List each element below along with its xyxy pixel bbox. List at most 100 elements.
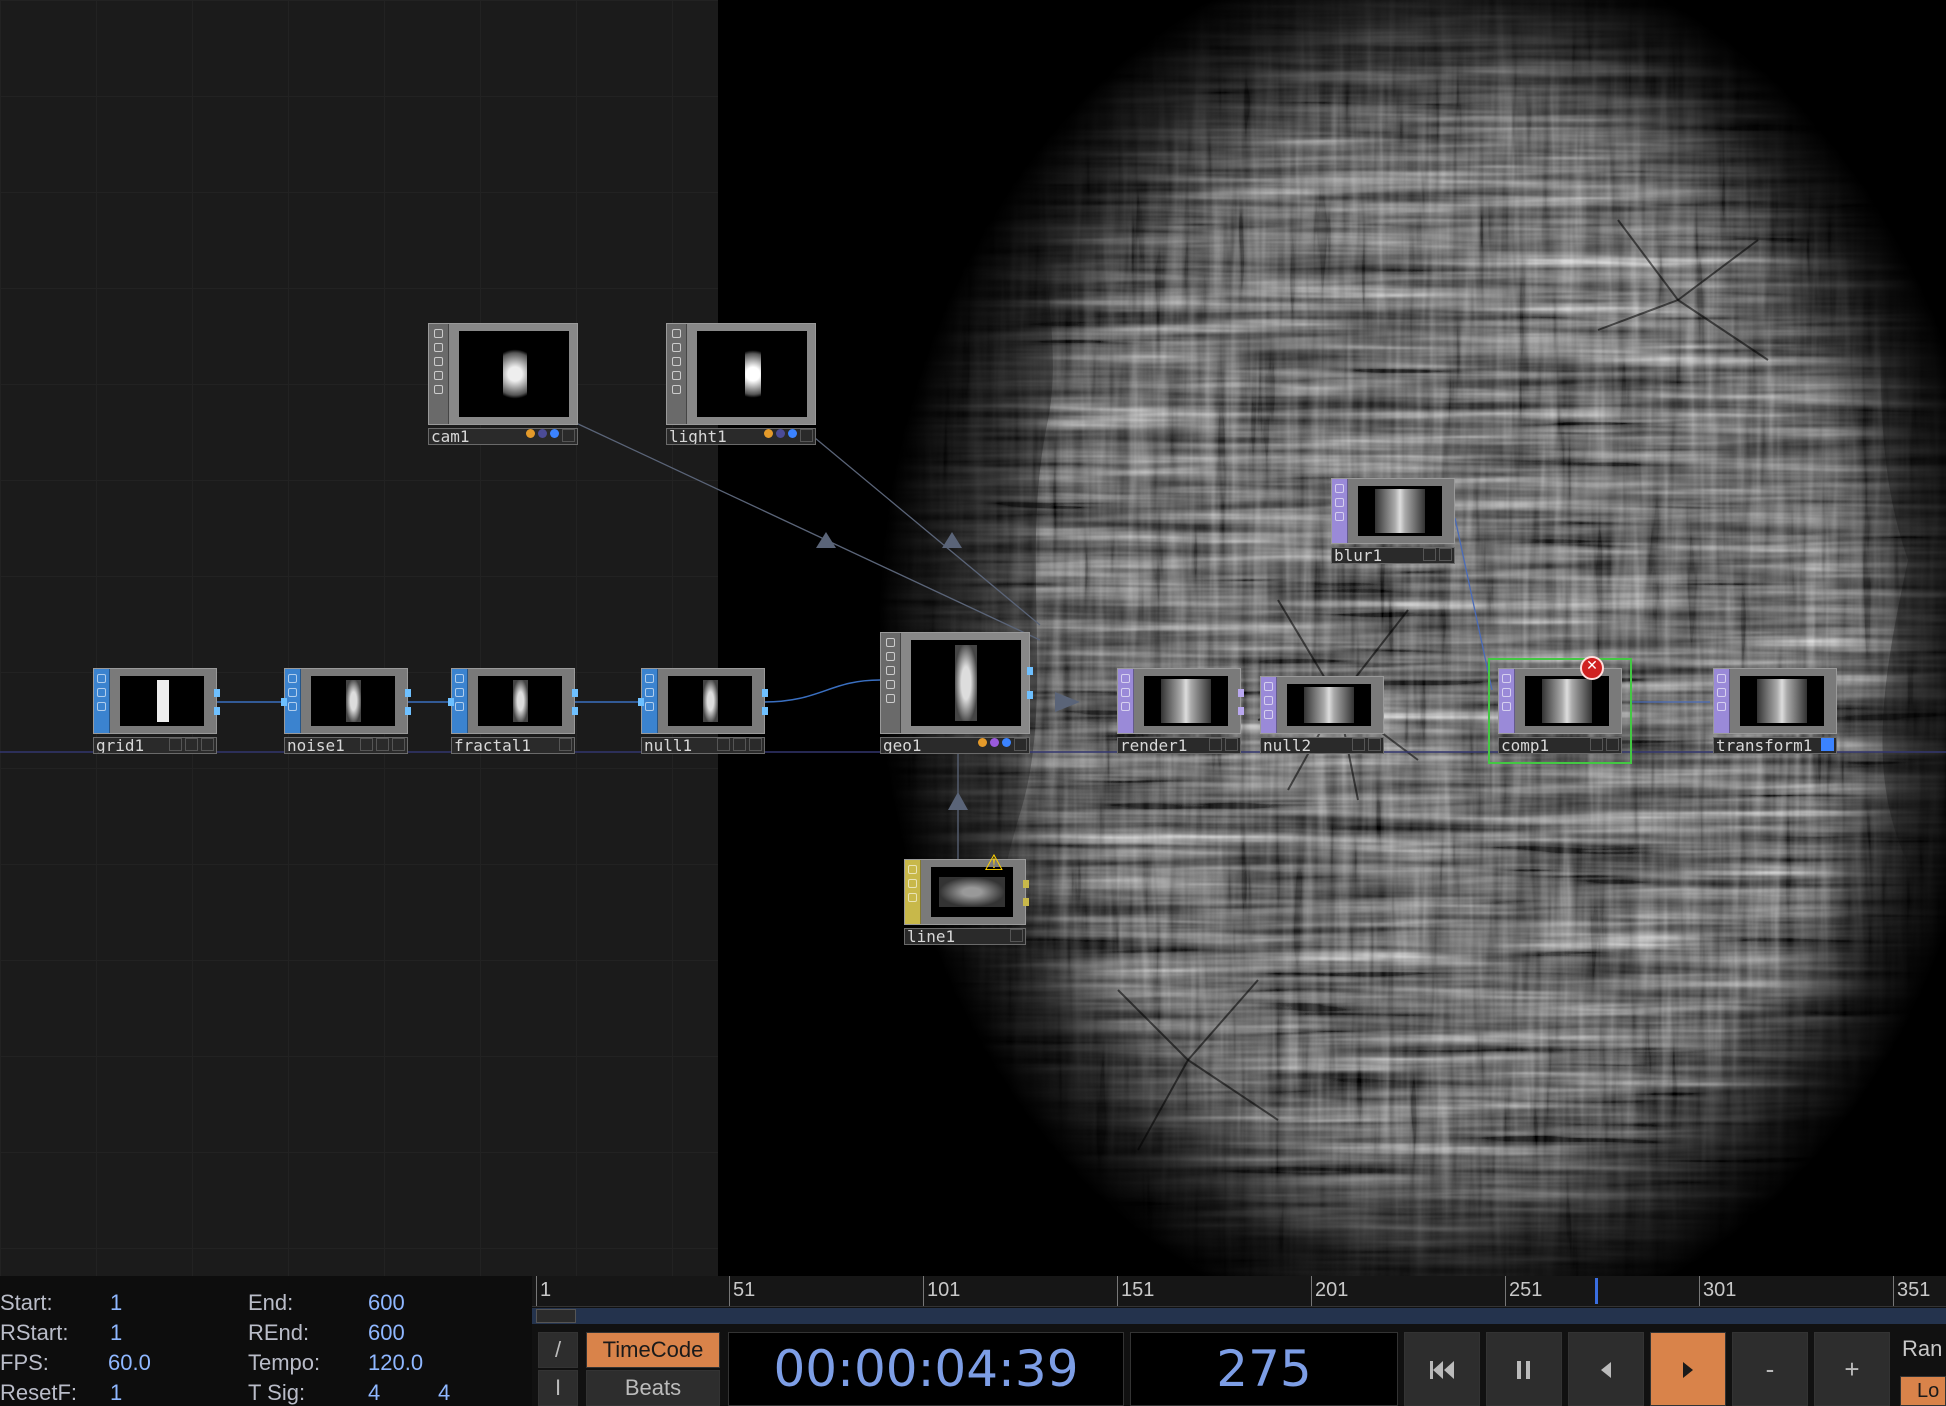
node-render1[interactable]: render1 (1117, 668, 1244, 754)
fps-value[interactable]: 60.0 (108, 1350, 151, 1376)
node-label: null1 (644, 737, 693, 754)
node-label: noise1 (287, 737, 345, 754)
node-flags[interactable] (526, 429, 575, 442)
node-label: line1 (907, 928, 956, 945)
node-null1[interactable]: null1 (638, 668, 768, 754)
scrollbar-thumb[interactable] (536, 1309, 576, 1323)
node-label: transform1 (1716, 737, 1813, 754)
node-cam1[interactable]: cam1 (428, 323, 578, 445)
loop-button[interactable]: Lo (1900, 1376, 1946, 1406)
ruler-tick: 301 (1703, 1279, 1737, 1301)
rewind-button[interactable] (1404, 1332, 1480, 1406)
node-preview (1287, 684, 1371, 726)
end-label: End: (248, 1290, 294, 1315)
slower-button[interactable]: - (1732, 1332, 1808, 1406)
tempo-value[interactable]: 120.0 (368, 1350, 423, 1376)
node-label: null2 (1263, 737, 1312, 754)
ruler-tick: 351 (1897, 1279, 1931, 1301)
step-back-button[interactable] (1568, 1332, 1644, 1406)
node-tool-strip[interactable] (1261, 677, 1277, 733)
node-preview (697, 331, 807, 417)
node-preview (1525, 676, 1609, 726)
rstart-value[interactable]: 1 (110, 1320, 122, 1346)
node-tool-strip[interactable] (881, 633, 901, 733)
node-tool-strip[interactable] (429, 324, 449, 424)
node-blur1[interactable]: blur1 (1331, 478, 1455, 564)
node-tool-strip[interactable] (667, 324, 687, 424)
node-label: render1 (1120, 737, 1188, 754)
timeline-panel: Start: 1 RStart: 1 FPS: 60.0 ResetF: 1 E… (0, 1276, 1946, 1406)
node-tool-strip[interactable] (1118, 669, 1134, 733)
timecode-display[interactable]: 00:00:04:39 (728, 1332, 1124, 1406)
node-preview (1144, 676, 1228, 726)
end-value[interactable]: 600 (368, 1290, 405, 1316)
node-flags[interactable] (764, 429, 813, 442)
cursor-button[interactable]: I (538, 1370, 578, 1406)
node-fractal1[interactable]: fractal1 (448, 668, 578, 754)
node-light1[interactable]: light1 (666, 323, 816, 445)
node-comp1[interactable]: ✕ comp1 (1488, 656, 1632, 764)
rend-label: REnd: (248, 1320, 310, 1345)
ruler-tick: 201 (1315, 1279, 1349, 1301)
node-null2[interactable]: null2 (1260, 676, 1384, 754)
rstart-label: RStart: (0, 1320, 69, 1345)
node-label: light1 (669, 428, 727, 445)
play-icon (1683, 1362, 1693, 1378)
node-noise1[interactable]: noise1 (281, 668, 411, 754)
node-tool-strip[interactable] (1332, 479, 1348, 543)
node-grid1[interactable]: grid1 (93, 668, 220, 754)
node-tool-strip[interactable] (452, 669, 468, 733)
ruler-tick: 1 (540, 1279, 552, 1301)
node-flags[interactable] (978, 738, 1027, 751)
node-line1[interactable]: ⚠ line1 (904, 851, 1029, 945)
node-preview (120, 676, 204, 726)
timeline-scrollbar[interactable] (532, 1308, 1946, 1324)
playhead[interactable] (1595, 1278, 1598, 1304)
node-tool-strip[interactable] (94, 669, 110, 733)
ruler-tick: 251 (1509, 1279, 1543, 1301)
node-tool-strip[interactable] (905, 860, 921, 924)
beats-toggle[interactable]: Beats (586, 1370, 720, 1406)
frame-ruler[interactable]: 1 51 101 151 201 251 301 351 (532, 1276, 1946, 1307)
frame-display[interactable]: 275 (1130, 1332, 1398, 1406)
node-tool-strip[interactable] (1714, 669, 1730, 733)
faster-button[interactable]: + (1814, 1332, 1890, 1406)
node-tool-strip[interactable] (1499, 669, 1515, 733)
node-preview (911, 640, 1021, 726)
range-label: Ran (1902, 1336, 1943, 1361)
ruler-tick: 151 (1121, 1279, 1155, 1301)
tsig-label: T Sig: (248, 1380, 306, 1405)
pause-button[interactable] (1486, 1332, 1562, 1406)
resetf-value[interactable]: 1 (110, 1380, 122, 1406)
ruler-tick: 101 (927, 1279, 961, 1301)
skip-to-start-icon (1430, 1361, 1454, 1379)
node-label: fractal1 (454, 737, 532, 754)
start-value[interactable]: 1 (110, 1290, 122, 1316)
warning-icon[interactable]: ⚠ (984, 851, 1004, 876)
node-label: blur1 (1334, 547, 1383, 564)
node-transform1[interactable]: transform1 (1713, 668, 1837, 754)
fps-label: FPS: (0, 1350, 49, 1375)
start-label: Start: (0, 1290, 53, 1315)
node-tool-strip[interactable] (285, 669, 301, 733)
step-back-icon (1601, 1362, 1611, 1378)
node-preview (668, 676, 752, 726)
node-label: grid1 (96, 737, 145, 754)
ruler-tick: 51 (733, 1279, 756, 1301)
play-button[interactable] (1650, 1332, 1726, 1406)
node-preview (459, 331, 569, 417)
tempo-label: Tempo: (248, 1350, 321, 1375)
timecode-toggle[interactable]: TimeCode (586, 1332, 720, 1368)
node-preview (311, 676, 395, 726)
tsig-denominator[interactable]: 4 (438, 1380, 450, 1406)
node-label: geo1 (883, 737, 922, 754)
node-geo1[interactable]: geo1 (880, 632, 1033, 754)
node-label: comp1 (1501, 737, 1550, 754)
node-tool-strip[interactable] (642, 669, 658, 733)
error-icon[interactable]: ✕ (1580, 656, 1604, 680)
network-editor[interactable]: cam1 light1 grid1 noise1 fractal1 null1 … (0, 0, 1946, 1276)
resetf-label: ResetF: (0, 1380, 78, 1405)
rend-value[interactable]: 600 (368, 1320, 405, 1346)
tsig-numerator[interactable]: 4 (368, 1380, 380, 1406)
slash-button[interactable]: / (538, 1332, 578, 1368)
